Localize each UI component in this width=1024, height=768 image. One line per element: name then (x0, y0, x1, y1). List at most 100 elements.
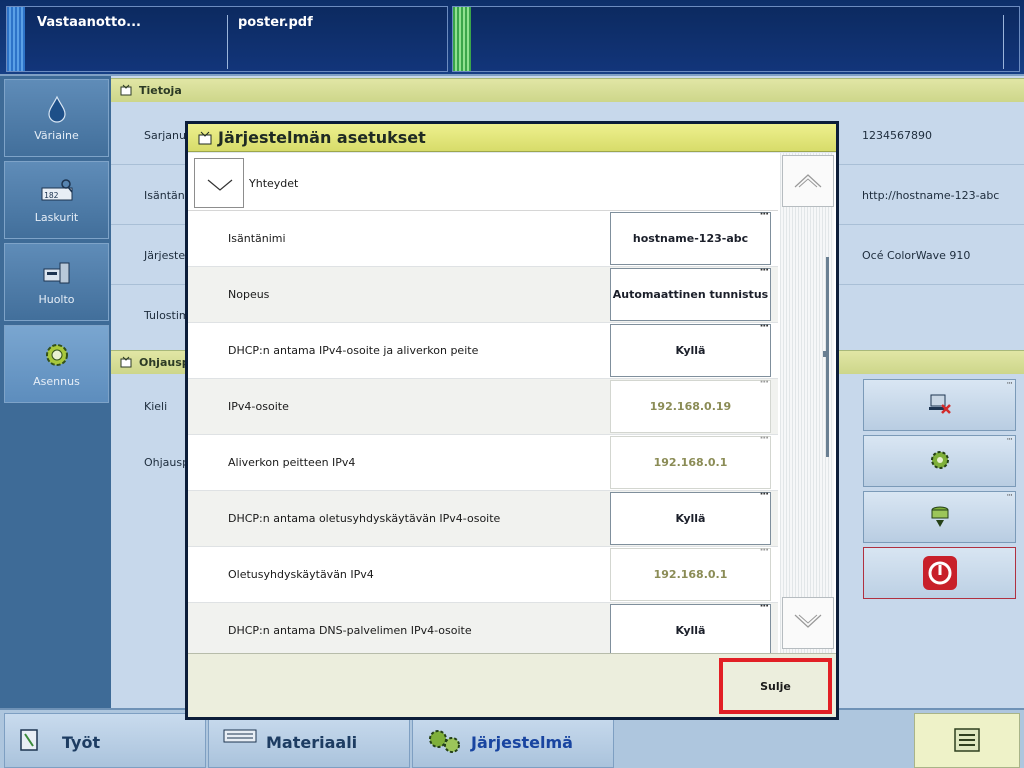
more-dots-icon: ··· (759, 545, 769, 556)
job-queue-panel[interactable]: Vastaanotto... poster.pdf (6, 6, 448, 72)
toner-drop-icon (5, 94, 108, 124)
setup-gear-icon (5, 340, 108, 370)
dialog-title: Järjestelmän asetukset (218, 128, 426, 147)
info-label-hostname: Isäntäni (144, 189, 188, 202)
setting-value: hostname-123-abc (632, 232, 749, 245)
update-software-button[interactable]: ··· (863, 491, 1016, 543)
jobs-icon (19, 728, 41, 755)
sidebar: Väriaine 182 Laskurit Huolto Asennus (0, 76, 111, 708)
setting-value: Kyllä (675, 344, 706, 357)
setting-label: Aliverkon peitteen IPv4 (228, 456, 356, 469)
green-gear-icon (864, 448, 1015, 472)
more-dots-icon: ··· (759, 209, 769, 220)
shutdown-button[interactable] (863, 547, 1016, 599)
dialog-footer: Sulje (188, 653, 836, 717)
hand-settings-icon (120, 84, 134, 99)
setting-row-subnet-mask: Aliverkon peitteen IPv4 ··· 192.168.0.1 (188, 433, 778, 491)
control-label-language: Kieli (144, 400, 168, 413)
printer-status-panel[interactable] (452, 6, 1020, 72)
setting-label: DHCP:n antama IPv4-osoite ja aliverkon p… (228, 344, 479, 357)
info-label-system: Järjeste (144, 249, 186, 262)
setting-row-dhcp-gateway: DHCP:n antama oletusyhdyskäytävän IPv4-o… (188, 489, 778, 547)
collapse-section-button[interactable] (194, 158, 244, 208)
subnet-mask-value[interactable]: ··· 192.168.0.1 (610, 433, 771, 489)
scroll-position-mark (823, 351, 827, 357)
sidebar-item-label: Asennus (33, 375, 80, 388)
sidebar-item-setup[interactable]: Asennus (4, 325, 109, 403)
setting-label: DHCP:n antama DNS-palvelimen IPv4-osoite (228, 624, 472, 637)
more-dots-icon: ··· (759, 265, 769, 276)
control-section-title: Ohjausp (139, 356, 190, 369)
setting-row-ipv4-address: IPv4-osoite ··· 192.168.0.19 (188, 377, 778, 435)
info-section-header: Tietoja (111, 78, 1024, 102)
job-divider (227, 15, 228, 69)
scrollbar[interactable] (780, 153, 834, 653)
setting-value: Automaattinen tunnistus (612, 288, 769, 301)
sidebar-item-toner[interactable]: Väriaine (4, 79, 109, 157)
power-icon (864, 555, 1015, 591)
setting-row-dhcp-dns: DHCP:n antama DNS-palvelimen IPv4-osoite… (188, 601, 778, 653)
menu-list-icon (953, 727, 981, 756)
hand-settings-icon (198, 130, 214, 149)
job-file-name: poster.pdf (238, 15, 313, 30)
hostname-value-button[interactable]: ··· hostname-123-abc (610, 209, 771, 265)
scroll-thumb[interactable] (826, 257, 829, 457)
gateway-value[interactable]: ··· 192.168.0.1 (610, 545, 771, 601)
setting-label: DHCP:n antama oletusyhdyskäytävän IPv4-o… (228, 512, 501, 525)
setting-value: 192.168.0.1 (653, 456, 728, 469)
system-settings-dialog: Järjestelmän asetukset Yhteydet Isäntäni… (185, 121, 839, 720)
remote-access-button[interactable]: ··· (863, 379, 1016, 431)
sidebar-item-counters[interactable]: 182 Laskurit (4, 161, 109, 239)
chevron-down-icon (794, 614, 822, 628)
hand-settings-icon (120, 356, 134, 371)
scroll-up-button[interactable] (782, 155, 834, 207)
tab-media-label: Materiaali (266, 733, 358, 752)
sidebar-item-maintenance[interactable]: Huolto (4, 243, 109, 321)
dhcp-ipv4-value-button[interactable]: ··· Kyllä (610, 321, 771, 377)
settings-list: Yhteydet Isäntänimi ··· hostname-123-abc … (188, 153, 836, 653)
sidebar-item-label: Väriaine (34, 129, 79, 142)
system-gears-icon (427, 728, 463, 757)
info-value-hostname: http://hostname-123-abc (862, 189, 1000, 202)
more-dots-icon: ··· (759, 321, 769, 332)
job-progress-stripe (7, 7, 25, 71)
info-label-printer: Tulostim (144, 309, 190, 322)
setting-label: IPv4-osoite (228, 400, 289, 413)
sidebar-item-label: Huolto (38, 293, 75, 306)
more-dots-icon: ··· (1006, 379, 1013, 389)
setting-value: Kyllä (675, 512, 706, 525)
info-value-system: Océ ColorWave 910 (862, 249, 971, 262)
tab-jobs-label: Työt (62, 733, 101, 752)
menu-button[interactable] (914, 713, 1020, 768)
setting-label: Nopeus (228, 288, 270, 301)
tab-system-label: Järjestelmä (471, 733, 573, 752)
dhcp-dns-value-button[interactable]: ··· Kyllä (610, 601, 771, 653)
more-dots-icon: ··· (759, 433, 769, 444)
setting-value: 192.168.0.1 (653, 568, 728, 581)
close-button[interactable]: Sulje (719, 658, 832, 714)
computer-disconnect-icon (864, 392, 1015, 416)
download-update-icon (864, 504, 1015, 530)
media-icon (223, 728, 257, 747)
tab-media[interactable]: Materiaali (208, 713, 410, 768)
tab-system[interactable]: Järjestelmä (412, 713, 614, 768)
section-label: Yhteydet (249, 177, 299, 190)
control-label-panel: Ohjausp (144, 456, 190, 469)
setting-row-hostname: Isäntänimi ··· hostname-123-abc (188, 209, 778, 267)
tab-jobs[interactable]: Työt (4, 713, 206, 768)
setting-label: Isäntänimi (228, 232, 286, 245)
more-dots-icon: ··· (759, 377, 769, 388)
chevron-up-icon (794, 174, 822, 188)
scroll-down-button[interactable] (782, 597, 834, 649)
speed-value-button[interactable]: ··· Automaattinen tunnistus (610, 265, 771, 321)
setting-value: Kyllä (675, 624, 706, 637)
info-section-title: Tietoja (139, 84, 182, 97)
dhcp-gateway-value-button[interactable]: ··· Kyllä (610, 489, 771, 545)
ipv4-address-value[interactable]: ··· 192.168.0.19 (610, 377, 771, 433)
sidebar-item-label: Laskurit (34, 211, 79, 224)
setting-label: Oletusyhdyskäytävän IPv4 (228, 568, 374, 581)
setting-row-speed: Nopeus ··· Automaattinen tunnistus (188, 265, 778, 323)
settings-gear-button[interactable]: ··· (863, 435, 1016, 487)
more-dots-icon: ··· (759, 489, 769, 500)
more-dots-icon: ··· (1006, 435, 1013, 445)
